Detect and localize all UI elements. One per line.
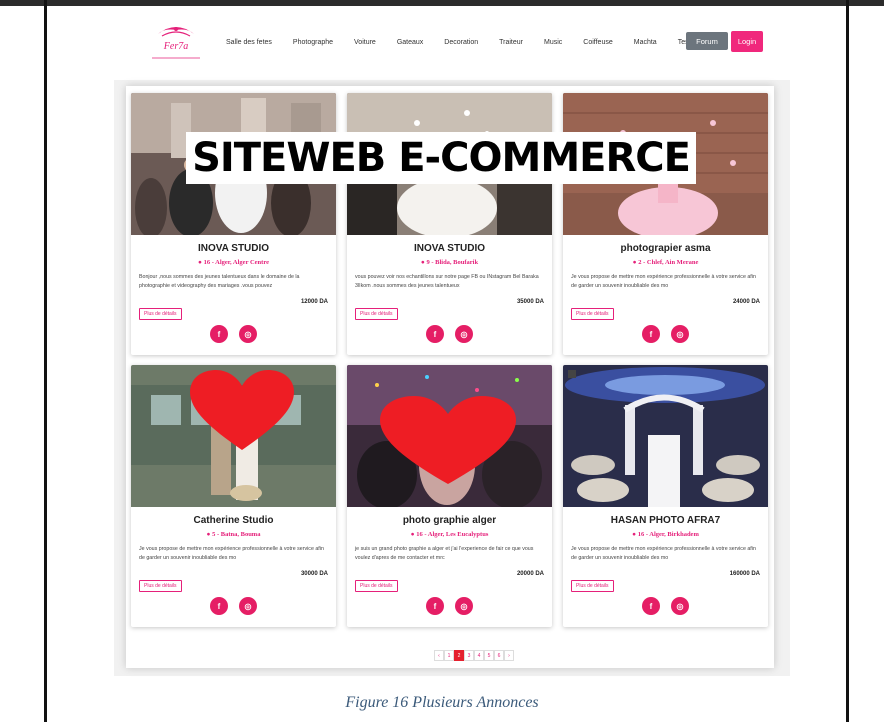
details-button[interactable]: Plus de détails bbox=[571, 308, 614, 320]
listing-description: je suis un grand photo graphie a alger e… bbox=[355, 546, 534, 561]
facebook-icon[interactable]: f bbox=[426, 597, 444, 615]
pagination-next[interactable]: › bbox=[504, 650, 514, 661]
login-button[interactable]: Login bbox=[731, 31, 763, 52]
listing-title[interactable]: INOVA STUDIO bbox=[347, 243, 552, 254]
listing-photo-banquet-hall bbox=[563, 365, 768, 507]
facebook-icon[interactable]: f bbox=[642, 597, 660, 615]
instagram-icon[interactable]: ◎ bbox=[455, 325, 473, 343]
page-border-right bbox=[846, 0, 849, 722]
nav-link-voiture[interactable]: Voiture bbox=[354, 39, 376, 46]
location-text: 5 - Batna, Bouma bbox=[212, 531, 261, 538]
pagination-page-3[interactable]: 3 bbox=[464, 650, 474, 661]
nav-link-photographe[interactable]: Photographe bbox=[293, 39, 333, 46]
listing-price: 35000 DA bbox=[516, 299, 544, 305]
pagination-page-5[interactable]: 5 bbox=[484, 650, 494, 661]
nav-link-coiffeuse[interactable]: Coiffeuse bbox=[583, 39, 612, 46]
details-button[interactable]: Plus de détails bbox=[355, 308, 398, 320]
listing-description: Bonjour ,nous sommes des jeunes talentue… bbox=[139, 274, 300, 289]
instagram-icon[interactable]: ◎ bbox=[455, 597, 473, 615]
location-pin-icon: ● bbox=[632, 531, 637, 538]
facebook-icon[interactable]: f bbox=[210, 325, 228, 343]
forum-button[interactable]: Forum bbox=[686, 32, 728, 50]
listing-description: Je vous propose de mettre mon expérience… bbox=[139, 546, 324, 561]
listing-price: 160000 DA bbox=[729, 571, 760, 577]
listing-price: 30000 DA bbox=[300, 571, 328, 577]
listing-description: Je vous propose de mettre mon expérience… bbox=[571, 274, 756, 289]
instagram-icon[interactable]: ◎ bbox=[239, 325, 257, 343]
listing-location: ● 9 - Blida, Boufarik bbox=[347, 259, 552, 266]
overlay-title: SITEWEB E-COMMERCE bbox=[186, 132, 696, 184]
site-logo[interactable]: Fer7a bbox=[148, 22, 204, 60]
details-button[interactable]: Plus de détails bbox=[139, 580, 182, 592]
nav-link-salle-des-fetes[interactable]: Salle des fetes bbox=[226, 39, 272, 46]
pagination-page-4[interactable]: 4 bbox=[474, 650, 484, 661]
location-text: 16 - Alger, Alger Centre bbox=[203, 259, 269, 266]
listing-price: 12000 DA bbox=[300, 299, 328, 305]
top-strip bbox=[0, 0, 884, 6]
listing-location: ● 2 - Chlef, Ain Merane bbox=[563, 259, 768, 266]
instagram-icon[interactable]: ◎ bbox=[671, 325, 689, 343]
pagination: ‹ 1 2 3 4 5 6 › bbox=[434, 650, 514, 661]
listing-location: ● 5 - Batna, Bouma bbox=[131, 531, 336, 538]
nav-link-traiteur[interactable]: Traiteur bbox=[499, 39, 523, 46]
nav-links: Salle des fetes Photographe Voiture Gate… bbox=[226, 20, 721, 64]
listing-card[interactable]: HASAN PHOTO AFRA7 ● 16 - Alger, Birkhade… bbox=[563, 365, 768, 627]
instagram-icon[interactable]: ◎ bbox=[239, 597, 257, 615]
nav-link-music[interactable]: Music bbox=[544, 39, 562, 46]
location-pin-icon: ● bbox=[198, 259, 202, 266]
location-pin-icon: ● bbox=[410, 531, 415, 538]
location-text: 2 - Chlef, Ain Merane bbox=[638, 259, 699, 266]
listing-title[interactable]: HASAN PHOTO AFRA7 bbox=[563, 515, 768, 526]
listing-description: Je vous propose de mettre mon expérience… bbox=[571, 546, 756, 561]
location-text: 9 - Blida, Boufarik bbox=[426, 259, 479, 266]
facebook-icon[interactable]: f bbox=[426, 325, 444, 343]
details-button[interactable]: Plus de détails bbox=[571, 580, 614, 592]
listing-location: ● 16 - Alger, Les Eucalyptus bbox=[347, 531, 552, 538]
listing-price: 24000 DA bbox=[732, 299, 760, 305]
nav-link-gateaux[interactable]: Gateaux bbox=[397, 39, 423, 46]
location-pin-icon: ● bbox=[632, 259, 637, 266]
location-text: 16 - Alger, Birkhadem bbox=[637, 531, 699, 538]
navbar: Fer7a Salle des fetes Photographe Voitur… bbox=[114, 20, 790, 64]
location-text: 16 - Alger, Les Eucalyptus bbox=[416, 531, 489, 538]
pagination-page-2[interactable]: 2 bbox=[454, 650, 464, 661]
nav-link-machta[interactable]: Machta bbox=[634, 39, 657, 46]
listing-description: vous pouvez voir nos echantillons sur no… bbox=[355, 274, 539, 289]
page-border-left bbox=[44, 0, 47, 722]
details-button[interactable]: Plus de détails bbox=[139, 308, 182, 320]
facebook-icon[interactable]: f bbox=[210, 597, 228, 615]
figure-caption: Figure 16 Plusieurs Annonces bbox=[345, 694, 539, 711]
listing-title[interactable]: photograpier asma bbox=[563, 243, 768, 254]
details-button[interactable]: Plus de détails bbox=[355, 580, 398, 592]
svg-text:Fer7a: Fer7a bbox=[163, 41, 188, 52]
heart-overlay-icon bbox=[190, 370, 294, 450]
pagination-prev[interactable]: ‹ bbox=[434, 650, 444, 661]
location-pin-icon: ● bbox=[206, 531, 211, 538]
location-pin-icon: ● bbox=[420, 259, 425, 266]
facebook-icon[interactable]: f bbox=[642, 325, 660, 343]
listing-title[interactable]: Catherine Studio bbox=[131, 515, 336, 526]
listing-title[interactable]: INOVA STUDIO bbox=[131, 243, 336, 254]
heart-overlay-icon bbox=[380, 396, 516, 484]
listing-location: ● 16 - Alger, Alger Centre bbox=[131, 259, 336, 266]
nav-link-decoration[interactable]: Decoration bbox=[444, 39, 478, 46]
listing-price: 20000 DA bbox=[516, 571, 544, 577]
pagination-page-6[interactable]: 6 bbox=[494, 650, 504, 661]
instagram-icon[interactable]: ◎ bbox=[671, 597, 689, 615]
pagination-page-1[interactable]: 1 bbox=[444, 650, 454, 661]
listing-location: ● 16 - Alger, Birkhadem bbox=[563, 531, 768, 538]
listing-title[interactable]: photo graphie alger bbox=[347, 515, 552, 526]
